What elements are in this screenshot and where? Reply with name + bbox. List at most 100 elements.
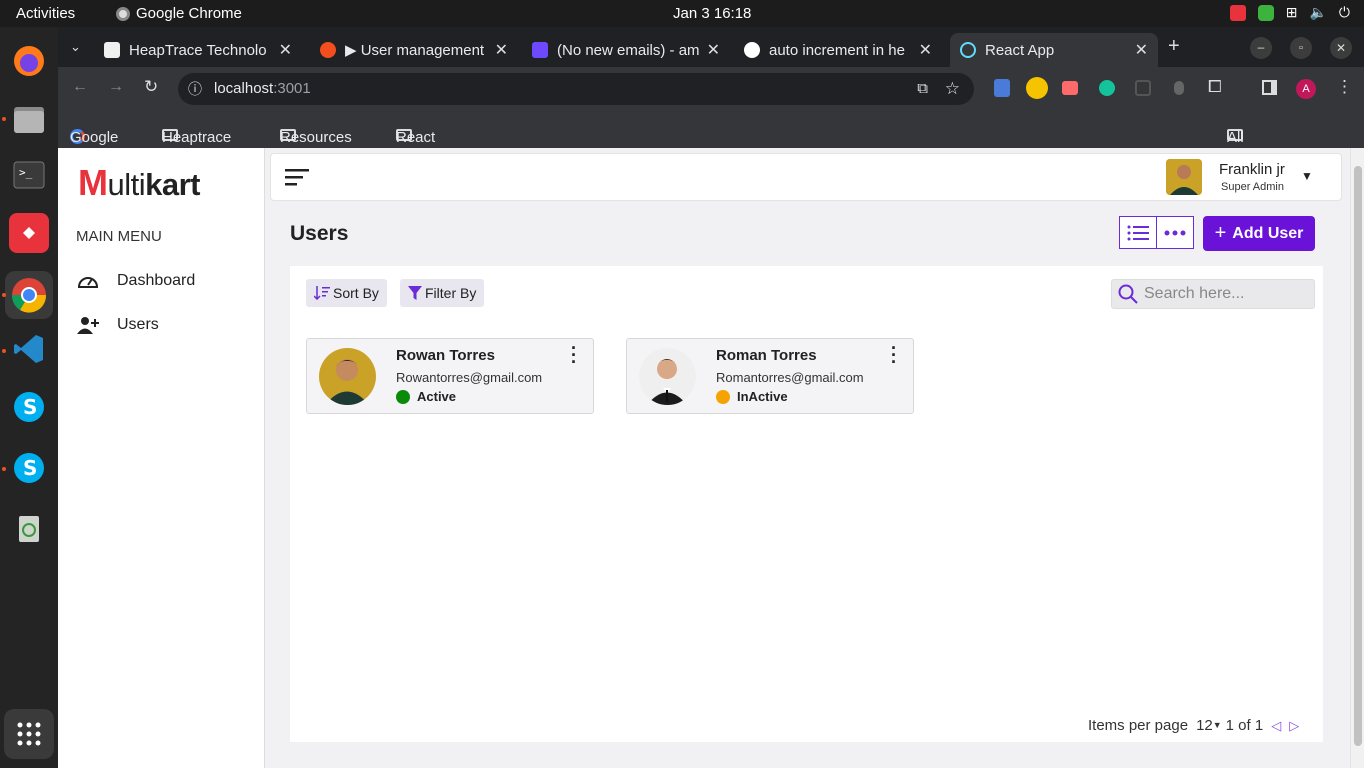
profile-avatar[interactable]: A [1296, 79, 1316, 99]
more-horizontal-icon [1164, 230, 1186, 235]
main-content: Franklin jr Super Admin ▼ Users + Add Us… [265, 148, 1364, 768]
running-indicator [2, 467, 6, 471]
list-view-button[interactable] [1119, 216, 1157, 249]
chrome-menu-icon[interactable]: ⋮ [1336, 77, 1353, 97]
files-icon[interactable] [9, 99, 49, 139]
anydesk-icon[interactable] [9, 213, 49, 253]
active-app-indicator[interactable]: Google Chrome [116, 5, 242, 22]
tab-proton-mail[interactable]: (No new emails) - am ✕ [522, 33, 730, 67]
add-user-label: Add User [1232, 224, 1304, 242]
running-indicator [2, 349, 6, 353]
chrome-dock-icon[interactable] [5, 271, 53, 319]
minimize-button[interactable]: – [1250, 37, 1272, 59]
firefox-icon[interactable] [9, 41, 49, 81]
anydesk-tray-icon[interactable] [1229, 4, 1246, 21]
kebab-menu-icon[interactable]: · · · [891, 339, 897, 371]
back-icon[interactable]: ← [72, 78, 88, 96]
power-icon[interactable]: ⏻ [1339, 4, 1350, 21]
url-host: localhost [214, 80, 274, 97]
skype-secondary-icon[interactable]: S [9, 448, 49, 488]
sidebar-item-users[interactable]: Users [76, 315, 159, 335]
status-dot [716, 389, 730, 404]
forward-icon[interactable]: → [108, 78, 124, 96]
search-input[interactable] [1144, 285, 1304, 303]
scrollbar-thumb[interactable] [1354, 166, 1362, 746]
sidebar-item-dashboard[interactable]: Dashboard [76, 271, 195, 291]
chevron-down-icon[interactable]: ▼ [1301, 169, 1313, 183]
url-port: :3001 [273, 80, 311, 97]
close-tab-icon[interactable]: ✕ [919, 40, 932, 60]
extension-icon[interactable] [994, 79, 1010, 97]
tab-strip: ⌄ HeapTrace Technolo ✕ ▶ User management… [58, 27, 1364, 67]
tab-label: auto increment in he [769, 41, 905, 59]
grammarly-icon[interactable] [1099, 80, 1115, 96]
user-name: Rowan Torres [396, 347, 495, 364]
next-page-icon[interactable]: ▷ [1289, 718, 1299, 734]
add-user-button[interactable]: + Add User [1203, 216, 1315, 251]
user-photo [319, 348, 376, 405]
main-menu-heading: MAIN MENU [76, 228, 162, 245]
close-tab-icon[interactable]: ✕ [495, 40, 508, 60]
activities-button[interactable]: Activities [16, 5, 75, 22]
running-indicator [2, 293, 6, 297]
active-app-label: Google Chrome [136, 5, 242, 22]
install-app-icon[interactable]: ⧉ [917, 73, 928, 105]
extension-icon[interactable] [1135, 80, 1151, 96]
trash-icon[interactable] [9, 507, 49, 547]
more-options-button[interactable] [1156, 216, 1194, 249]
hamburger-menu-icon[interactable] [285, 169, 309, 187]
kebab-menu-icon[interactable]: · · · [571, 339, 577, 371]
extension-icon[interactable] [1174, 81, 1184, 95]
address-bar[interactable]: ⓘ localhost:3001 ⧉ ☆ [178, 73, 974, 105]
side-panel-icon[interactable] [1262, 80, 1277, 95]
app-grid-icon[interactable] [4, 709, 54, 759]
terminal-icon[interactable]: >_ [9, 155, 49, 195]
tab-user-management[interactable]: ▶ User management ✕ [310, 33, 518, 67]
system-tray[interactable]: ⊞ 🔈 ⏻ [1229, 4, 1350, 21]
tab-github[interactable]: auto increment in he ✕ [734, 33, 942, 67]
multikart-logo[interactable]: Multikart [78, 162, 201, 204]
react-favicon [960, 42, 976, 58]
site-info-icon[interactable]: ⓘ [188, 73, 202, 105]
reload-icon[interactable]: ↻ [144, 77, 158, 97]
items-per-page-select[interactable]: 12▼ [1196, 717, 1222, 734]
user-card[interactable]: Roman Torres Romantorres@gmail.com InAct… [626, 338, 914, 414]
skype-icon[interactable]: S [9, 387, 49, 427]
svg-text:S: S [23, 456, 37, 480]
maximize-button[interactable]: ▫ [1290, 37, 1312, 59]
filter-by-button[interactable]: Filter By [400, 279, 485, 307]
vscode-icon[interactable] [9, 329, 49, 369]
extensions-puzzle-icon[interactable]: ⧠ [1208, 77, 1222, 97]
heaptrace-favicon [104, 42, 120, 58]
sort-by-button[interactable]: Sort By [306, 279, 387, 307]
close-tab-icon[interactable]: ✕ [1135, 40, 1148, 60]
chrome-icon [116, 6, 130, 21]
extension-icon[interactable] [1062, 81, 1078, 95]
github-favicon [744, 42, 760, 58]
filter-icon [408, 286, 422, 300]
volume-icon[interactable]: 🔈 [1309, 4, 1326, 21]
caret-down-icon: ▼ [1212, 720, 1222, 730]
sidebar: Multikart MAIN MENU Dashboard Users [58, 148, 265, 768]
clock[interactable]: Jan 3 16:18 [673, 5, 751, 22]
tab-label: (No new emails) - am [557, 41, 700, 59]
user-name: Franklin jr [1219, 161, 1285, 178]
prev-page-icon[interactable]: ◁ [1271, 718, 1281, 734]
page-scrollbar[interactable] [1350, 148, 1364, 768]
extension-icon[interactable] [1026, 77, 1048, 99]
tab-react-app[interactable]: React App ✕ [950, 33, 1158, 67]
tab-search-icon[interactable]: ⌄ [70, 39, 81, 55]
bookmark-star-icon[interactable]: ☆ [945, 73, 960, 105]
user-card[interactable]: Rowan Torres Rowantorres@gmail.com Activ… [306, 338, 594, 414]
close-tab-icon[interactable]: ✕ [707, 40, 720, 60]
close-tab-icon[interactable]: ✕ [279, 40, 292, 60]
new-tab-button[interactable]: + [1168, 35, 1180, 58]
search-box[interactable] [1111, 279, 1315, 309]
network-icon[interactable]: ⊞ [1286, 4, 1298, 21]
tab-heaptrace[interactable]: HeapTrace Technolo ✕ [94, 33, 302, 67]
close-window-button[interactable]: ✕ [1330, 37, 1352, 59]
shield-tray-icon[interactable] [1257, 4, 1274, 21]
user-name: Roman Torres [716, 347, 817, 364]
proton-mail-favicon [532, 42, 548, 58]
user-menu[interactable]: Franklin jr Super Admin ▼ [1166, 159, 1336, 197]
